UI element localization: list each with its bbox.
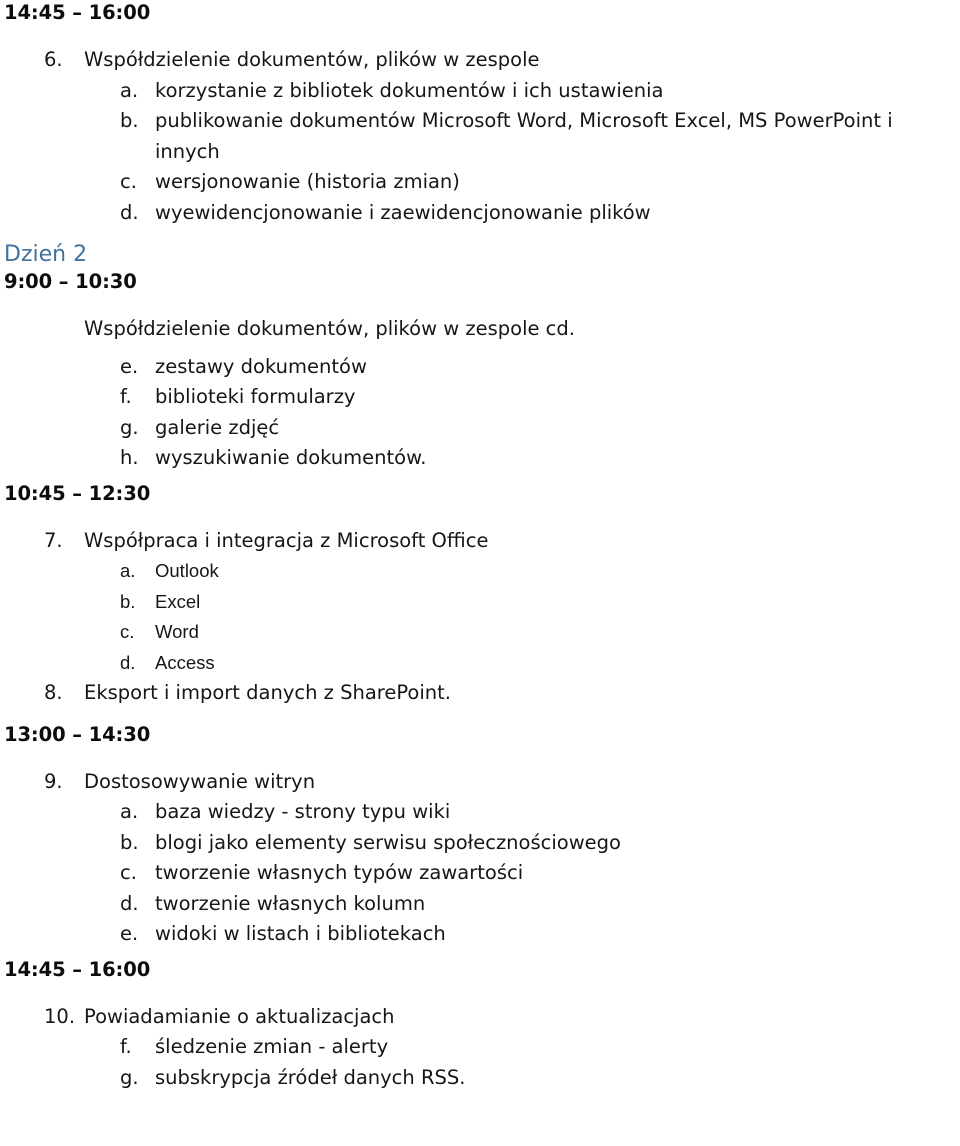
list-item-9c: c. tworzenie własnych typów zawartości (0, 858, 960, 889)
day-label-2: Dzień 2 (4, 242, 88, 267)
list-marker: c. (120, 170, 137, 193)
list-marker: g. (120, 415, 139, 439)
list-marker: b. (120, 109, 139, 132)
list-text: Word (155, 621, 199, 642)
list-marker: c. (120, 861, 137, 884)
list-marker: d. (120, 891, 139, 915)
list-item-e: e. zestawy dokumentów (0, 352, 960, 383)
list-item-9d: d. tworzenie własnych kolumn (0, 889, 960, 920)
list-text: galerie zdjęć (155, 415, 280, 439)
time-heading-1445-bottom: 14:45 – 16:00 (4, 957, 151, 981)
list-text: biblioteki formularzy (155, 385, 356, 408)
list-marker: f. (120, 1035, 132, 1058)
list-item-7d: d. Access (0, 648, 960, 679)
list-text: baza wiedzy - strony typu wiki (155, 800, 451, 823)
list-text: Dostosowywanie witryn (84, 769, 316, 793)
list-text: śledzenie zmian - alerty (155, 1035, 389, 1058)
list-text: Eksport i import danych z SharePoint. (84, 681, 451, 704)
list-marker: e. (120, 922, 139, 945)
list-text: Outlook (155, 560, 219, 581)
list-item-9: 9. Dostosowywanie witryn (0, 767, 960, 798)
list-item-7c: c. Word (0, 617, 960, 648)
list-marker: c. (120, 621, 135, 642)
list-text: Access (155, 651, 215, 673)
list-text: korzystanie z bibliotek dokumentów i ich… (155, 78, 664, 102)
list-text: zestawy dokumentów (155, 354, 367, 378)
list-text: Współdzielenie dokumentów, plików w zesp… (84, 48, 540, 71)
list-text: wyewidencjonowanie i zaewidencjonowanie … (155, 200, 651, 224)
list-marker: g. (120, 1065, 139, 1089)
list-marker: 7. (44, 528, 63, 552)
list-text: publikowanie dokumentów Microsoft Word, … (155, 109, 899, 163)
list-item-6: 6. Współdzielenie dokumentów, plików w z… (0, 45, 960, 76)
list-item-10g: g. subskrypcja źródeł danych RSS. (0, 1063, 960, 1094)
list-item-10f: f. śledzenie zmian - alerty (0, 1032, 960, 1063)
list-marker: 6. (44, 48, 63, 71)
list-marker: b. (120, 830, 139, 854)
list-item-7a: a. Outlook (0, 556, 960, 587)
list-text: Powiadamianie o aktualizacjach (84, 1004, 395, 1028)
list-marker: 9. (44, 769, 63, 793)
list-text: subskrypcja źródeł danych RSS. (155, 1065, 466, 1089)
list-item-g: g. galerie zdjęć (0, 413, 960, 444)
list-item-7b: b. Excel (0, 587, 960, 618)
list-item-6d: d. wyewidencjonowanie i zaewidencjonowan… (0, 198, 960, 229)
list-text: widoki w listach i bibliotekach (155, 922, 446, 945)
list-text: wyszukiwanie dokumentów. (155, 446, 427, 469)
list-marker: d. (120, 200, 139, 224)
list-marker: h. (120, 446, 139, 469)
list-marker: b. (120, 590, 136, 612)
list-marker: d. (120, 651, 136, 673)
list-text: wersjonowanie (historia zmian) (155, 170, 460, 193)
list-marker: 8. (44, 681, 63, 704)
list-item-f: f. biblioteki formularzy (0, 382, 960, 413)
list-text: tworzenie własnych typów zawartości (155, 861, 524, 884)
document-page: 14:45 – 16:00 6. Współdzielenie dokument… (0, 0, 960, 1146)
list-marker: a. (120, 78, 139, 102)
section-intro-paragraph: Współdzielenie dokumentów, plików w zesp… (84, 317, 575, 340)
list-text: tworzenie własnych kolumn (155, 891, 426, 915)
list-item-7: 7. Współpraca i integracja z Microsoft O… (0, 526, 960, 557)
list-item-6c: c. wersjonowanie (historia zmian) (0, 167, 960, 198)
list-marker: 10. (44, 1004, 76, 1028)
list-marker: f. (120, 385, 132, 408)
list-text: blogi jako elementy serwisu społeczności… (155, 830, 621, 854)
time-heading-0900: 9:00 – 10:30 (4, 270, 137, 293)
list-text: Excel (155, 590, 201, 612)
list-item-6a: a. korzystanie z bibliotek dokumentów i … (0, 76, 960, 107)
list-item-8: 8. Eksport i import danych z SharePoint. (0, 678, 960, 709)
time-heading-1445-top: 14:45 – 16:00 (4, 1, 151, 24)
list-text: Współpraca i integracja z Microsoft Offi… (84, 528, 489, 552)
list-item-h: h. wyszukiwanie dokumentów. (0, 443, 960, 474)
list-marker: e. (120, 354, 139, 378)
list-marker: a. (120, 800, 139, 823)
list-marker: a. (120, 560, 136, 581)
list-item-10: 10. Powiadamianie o aktualizacjach (0, 1002, 960, 1033)
time-heading-1045: 10:45 – 12:30 (4, 481, 151, 505)
list-item-9b: b. blogi jako elementy serwisu społeczno… (0, 828, 960, 859)
list-item-9e: e. widoki w listach i bibliotekach (0, 919, 960, 950)
list-item-6b: b. publikowanie dokumentów Microsoft Wor… (0, 106, 960, 167)
time-heading-1300: 13:00 – 14:30 (4, 722, 151, 746)
list-item-9a: a. baza wiedzy - strony typu wiki (0, 797, 960, 828)
